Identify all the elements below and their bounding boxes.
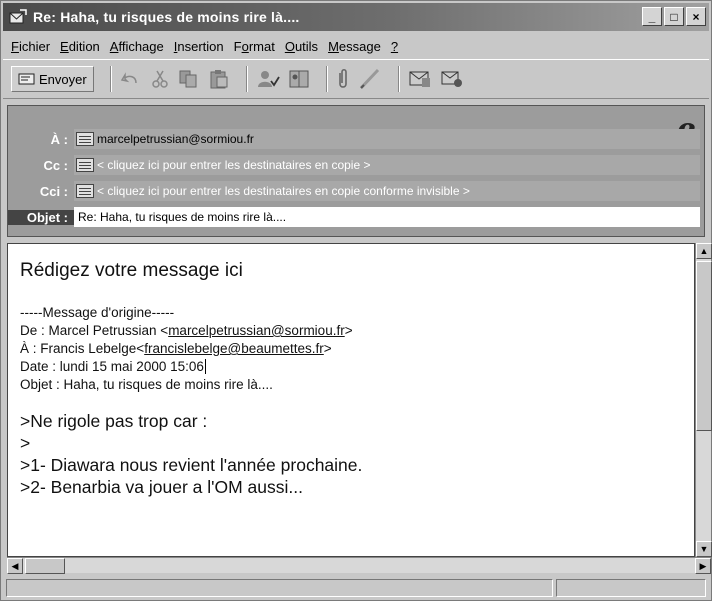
- address-book-icon[interactable]: [76, 132, 94, 146]
- insert-file-icon[interactable]: [408, 65, 432, 93]
- message-body-content: Rédigez votre message ici -----Message d…: [20, 260, 362, 498]
- send-button[interactable]: Envoyer: [11, 66, 94, 92]
- undo-icon[interactable]: [120, 65, 142, 93]
- bcc-row: Cci : < cliquez ici pour entrer les dest…: [8, 180, 704, 202]
- window-controls: _ □ ×: [642, 7, 706, 26]
- menu-bar: Fichier Edition Affichage Insertion Form…: [5, 35, 402, 57]
- quoted-text: >Ne rigole pas trop car : > >1- Diawara …: [20, 410, 362, 498]
- to-field[interactable]: marcelpetrussian@sormiou.fr: [74, 129, 700, 149]
- paste-icon[interactable]: [208, 65, 230, 93]
- cc-label[interactable]: Cc :: [8, 158, 74, 173]
- subject-field[interactable]: Re: Haha, tu risques de moins rire là...…: [74, 207, 700, 227]
- menu-format[interactable]: Format: [234, 39, 275, 54]
- send-later-icon[interactable]: [440, 65, 464, 93]
- to-email-link[interactable]: francislebelge@beaumettes.fr: [144, 341, 324, 356]
- quoted-line: >1- Diawara nous revient l'année prochai…: [20, 455, 363, 475]
- subject-value: Re: Haha, tu risques de moins rire là...…: [78, 210, 287, 224]
- compose-window: Re: Haha, tu risques de moins rire là...…: [0, 0, 712, 601]
- to-value: marcelpetrussian@sormiou.fr: [97, 132, 254, 146]
- message-header: e À : marcelpetrussian@sormiou.fr Cc : <…: [7, 105, 705, 237]
- orig-subject: Objet : Haha, tu risques de moins rire l…: [20, 377, 273, 392]
- orig-from: De : Marcel Petrussian <marcelpetrussian…: [20, 323, 353, 338]
- horizontal-scroll-thumb[interactable]: [25, 558, 65, 574]
- address-book-icon[interactable]: [76, 158, 94, 172]
- title-bar[interactable]: Re: Haha, tu risques de moins rire là...…: [3, 3, 709, 31]
- toolbar-separator: [397, 66, 400, 92]
- to-label[interactable]: À :: [8, 132, 74, 147]
- close-button[interactable]: ×: [686, 7, 706, 26]
- orig-header: -----Message d'origine-----: [20, 305, 175, 320]
- body-placeholder: Rédigez votre message ici: [20, 260, 243, 281]
- cc-placeholder: < cliquez ici pour entrer les destinatai…: [97, 158, 371, 172]
- toolbar: Envoyer: [3, 59, 709, 99]
- attach-icon[interactable]: [336, 65, 350, 93]
- new-message-icon: [9, 9, 27, 24]
- menu-edition[interactable]: Edition: [60, 39, 100, 54]
- copy-icon[interactable]: [178, 65, 200, 93]
- minimize-button[interactable]: _: [642, 7, 662, 26]
- quoted-line: >: [20, 433, 31, 453]
- horizontal-scrollbar[interactable]: ◀ ▶: [7, 557, 711, 574]
- cut-icon[interactable]: [150, 65, 170, 93]
- window-title: Re: Haha, tu risques de moins rire là...…: [33, 9, 300, 25]
- menu-help[interactable]: ?: [391, 39, 398, 54]
- scroll-left-icon[interactable]: ◀: [7, 558, 23, 574]
- quoted-line: >2- Benarbia va jouer a l'OM aussi...: [20, 477, 303, 497]
- quoted-line: >Ne rigole pas trop car :: [20, 411, 208, 431]
- send-icon: [18, 73, 35, 85]
- toolbar-separator: [109, 66, 112, 92]
- menu-message[interactable]: Message: [328, 39, 381, 54]
- orig-date: Date : lundi 15 mai 2000 15:06: [20, 359, 206, 374]
- status-panel-main: [6, 579, 553, 597]
- toolbar-separator: [245, 66, 248, 92]
- scroll-down-icon[interactable]: ▼: [696, 541, 712, 557]
- cc-field[interactable]: < cliquez ici pour entrer les destinatai…: [74, 155, 700, 175]
- signature-icon[interactable]: [358, 65, 382, 93]
- status-panel-secondary: [556, 579, 706, 597]
- scroll-up-icon[interactable]: ▲: [696, 243, 712, 259]
- check-names-icon[interactable]: [256, 65, 280, 93]
- text-cursor: [204, 359, 206, 374]
- address-book-icon[interactable]: [288, 65, 310, 93]
- maximize-button[interactable]: □: [664, 7, 684, 26]
- subject-label: Objet :: [8, 209, 74, 225]
- subject-row: Objet : Re: Haha, tu risques de moins ri…: [8, 206, 704, 228]
- menu-outils[interactable]: Outils: [285, 39, 318, 54]
- vertical-scrollbar[interactable]: ▲ ▼: [695, 243, 712, 557]
- to-row: À : marcelpetrussian@sormiou.fr: [8, 128, 704, 150]
- from-email-link[interactable]: marcelpetrussian@sormiou.fr: [168, 323, 345, 338]
- menu-fichier[interactable]: Fichier: [11, 39, 50, 54]
- menu-affichage[interactable]: Affichage: [110, 39, 164, 54]
- menu-insertion[interactable]: Insertion: [174, 39, 224, 54]
- send-label: Envoyer: [39, 71, 87, 87]
- bcc-field[interactable]: < cliquez ici pour entrer les destinatai…: [74, 181, 700, 201]
- status-bar: [3, 577, 709, 599]
- message-body[interactable]: Rédigez votre message ici -----Message d…: [7, 243, 695, 557]
- bcc-label[interactable]: Cci :: [8, 184, 74, 199]
- bcc-placeholder: < cliquez ici pour entrer les destinatai…: [97, 184, 470, 198]
- scroll-right-icon[interactable]: ▶: [695, 558, 711, 574]
- vertical-scroll-thumb[interactable]: [696, 261, 712, 431]
- address-book-icon[interactable]: [76, 184, 94, 198]
- cc-row: Cc : < cliquez ici pour entrer les desti…: [8, 154, 704, 176]
- orig-to: À : Francis Lebelge<francislebelge@beaum…: [20, 341, 332, 356]
- toolbar-separator: [325, 66, 328, 92]
